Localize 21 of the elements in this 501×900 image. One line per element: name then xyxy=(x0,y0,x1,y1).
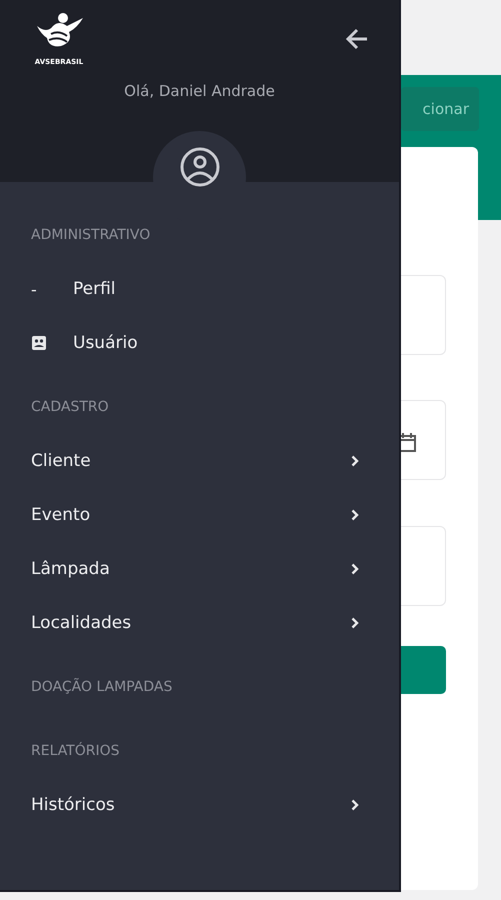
chevron-right-icon xyxy=(351,509,359,521)
back-arrow-icon[interactable] xyxy=(345,28,369,50)
greeting-text: Olá, Daniel Andrade xyxy=(123,82,276,100)
menu-item[interactable]: - Perfil xyxy=(0,262,399,316)
chevron-right-icon xyxy=(351,563,359,575)
section-title: ADMINISTRATIVO xyxy=(31,227,150,243)
menu-item[interactable]: Evento xyxy=(0,488,399,542)
menu-item[interactable]: Localidades xyxy=(0,596,399,650)
contact-card-icon xyxy=(31,335,47,351)
section-title: CADASTRO xyxy=(31,399,109,415)
section-title: DOAÇÃO LAMPADAS xyxy=(31,679,172,695)
section-title: RELATÓRIOS xyxy=(31,743,120,759)
user-icon xyxy=(180,147,220,187)
menu-item[interactable]: Cliente xyxy=(0,434,399,488)
chevron-right-icon xyxy=(351,617,359,629)
menu-item[interactable]: Lâmpada xyxy=(0,542,399,596)
chevron-right-icon xyxy=(351,455,359,467)
menu-item[interactable]: Históricos xyxy=(0,778,399,832)
item-icon: - xyxy=(31,280,47,298)
chevron-right-icon xyxy=(351,799,359,811)
menu-item[interactable]: Usuário xyxy=(0,316,399,370)
